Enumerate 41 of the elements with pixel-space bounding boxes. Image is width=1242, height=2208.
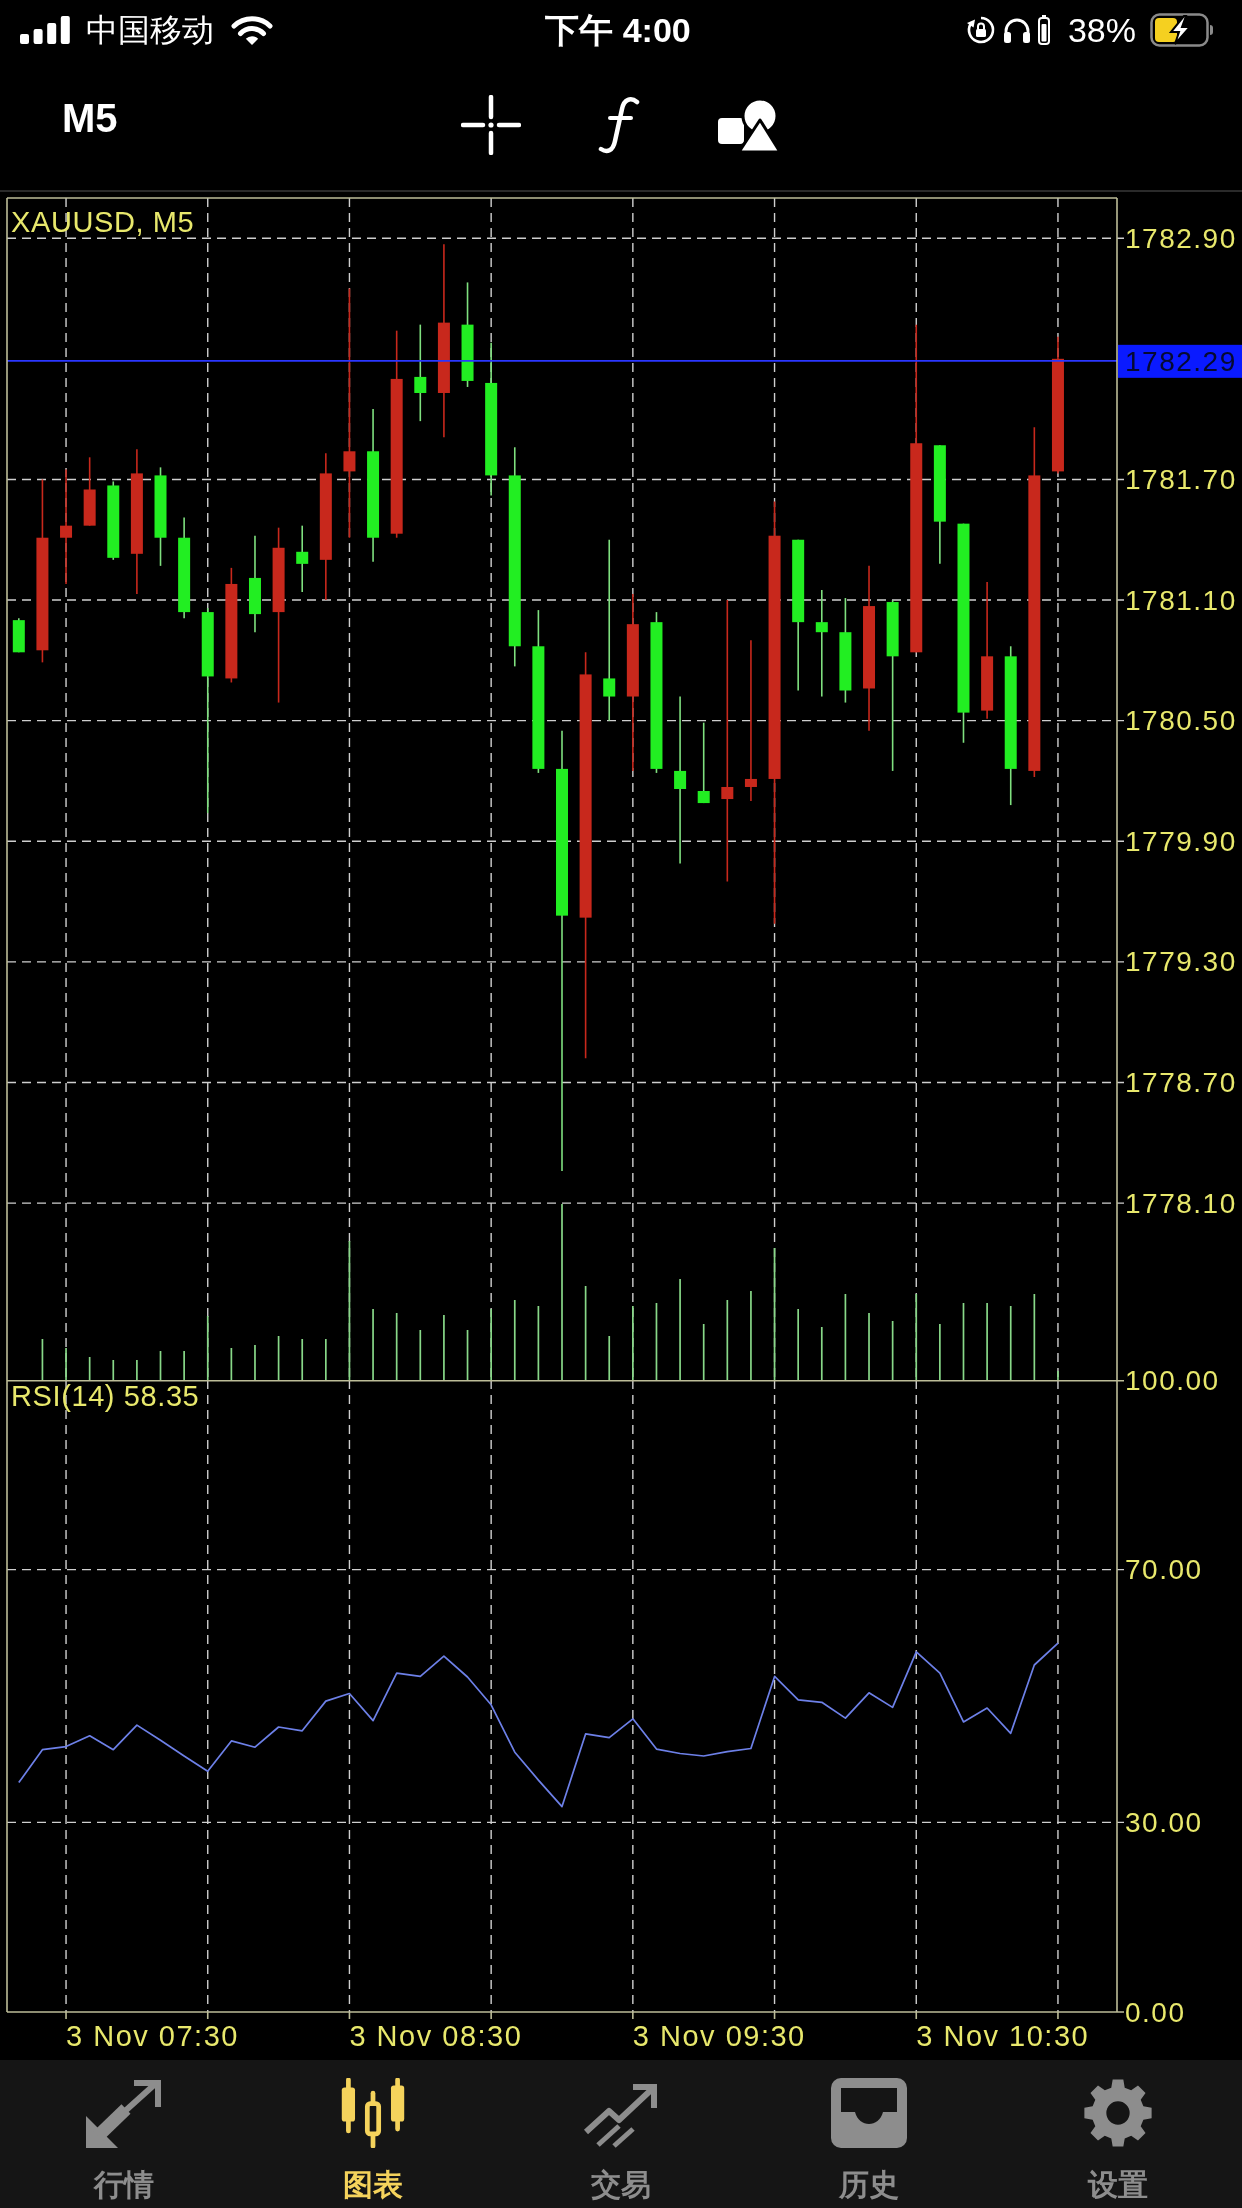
time-label: 3 Nov 07:30: [66, 2020, 239, 2052]
wifi-icon: [230, 14, 274, 46]
nav-tab[interactable]: 行情: [86, 2078, 163, 2201]
rsi-title: RSI(14) 58.35: [11, 1380, 200, 1412]
price-label: 1779.90: [1125, 825, 1237, 857]
candlestick: [12, 617, 25, 654]
status-time: 下午 4:00: [545, 13, 691, 47]
signal-icon: [20, 16, 70, 44]
price-label: 1780.50: [1125, 705, 1237, 737]
price-label: 1782.90: [1125, 222, 1237, 254]
carrier-name: 中国移动: [86, 14, 214, 46]
chart-title: XAUUSD, M5: [11, 206, 195, 238]
candlestick: [83, 456, 96, 527]
battery-percent: 38%: [1067, 13, 1136, 47]
rsi-level-label: 0.00: [1125, 1996, 1186, 2028]
diagonal-arrows-icon: [86, 2078, 163, 2148]
current-price-label: 1782.29: [1118, 344, 1242, 378]
rsi-level-label: 70.00: [1125, 1554, 1203, 1586]
time-label: 3 Nov 08:30: [349, 2020, 523, 2052]
nav-tab[interactable]: 历史: [831, 2078, 908, 2201]
nav-tab[interactable]: 交易: [583, 2078, 659, 2201]
function-icon[interactable]: [597, 96, 640, 154]
inbox-icon: [831, 2078, 908, 2148]
price-label: 1778.70: [1125, 1067, 1237, 1098]
rsi-level-label: 30.00: [1125, 1806, 1203, 1838]
price-label: 1778.10: [1125, 1187, 1237, 1219]
settings-icon: [1082, 2078, 1153, 2148]
nav-tab[interactable]: 设置: [1082, 2078, 1153, 2201]
price-label: 1781.70: [1125, 463, 1237, 495]
rsi-level-label: 100.00: [1125, 1364, 1220, 1396]
time-label: 3 Nov 09:30: [632, 2020, 806, 2052]
earbuds-battery-icon: [1037, 15, 1050, 45]
battery-icon: [1150, 13, 1216, 47]
time-label: 3 Nov 10:30: [916, 2020, 1090, 2052]
price-label: 1779.30: [1125, 946, 1237, 978]
crosshair-icon[interactable]: [460, 95, 521, 155]
rotation-lock-icon: [965, 15, 996, 45]
nav-tab[interactable]: 图表: [336, 2078, 409, 2201]
price-label: 1781.10: [1125, 584, 1237, 616]
timeframe-button[interactable]: M5: [62, 98, 118, 138]
candlestick: [296, 524, 309, 593]
